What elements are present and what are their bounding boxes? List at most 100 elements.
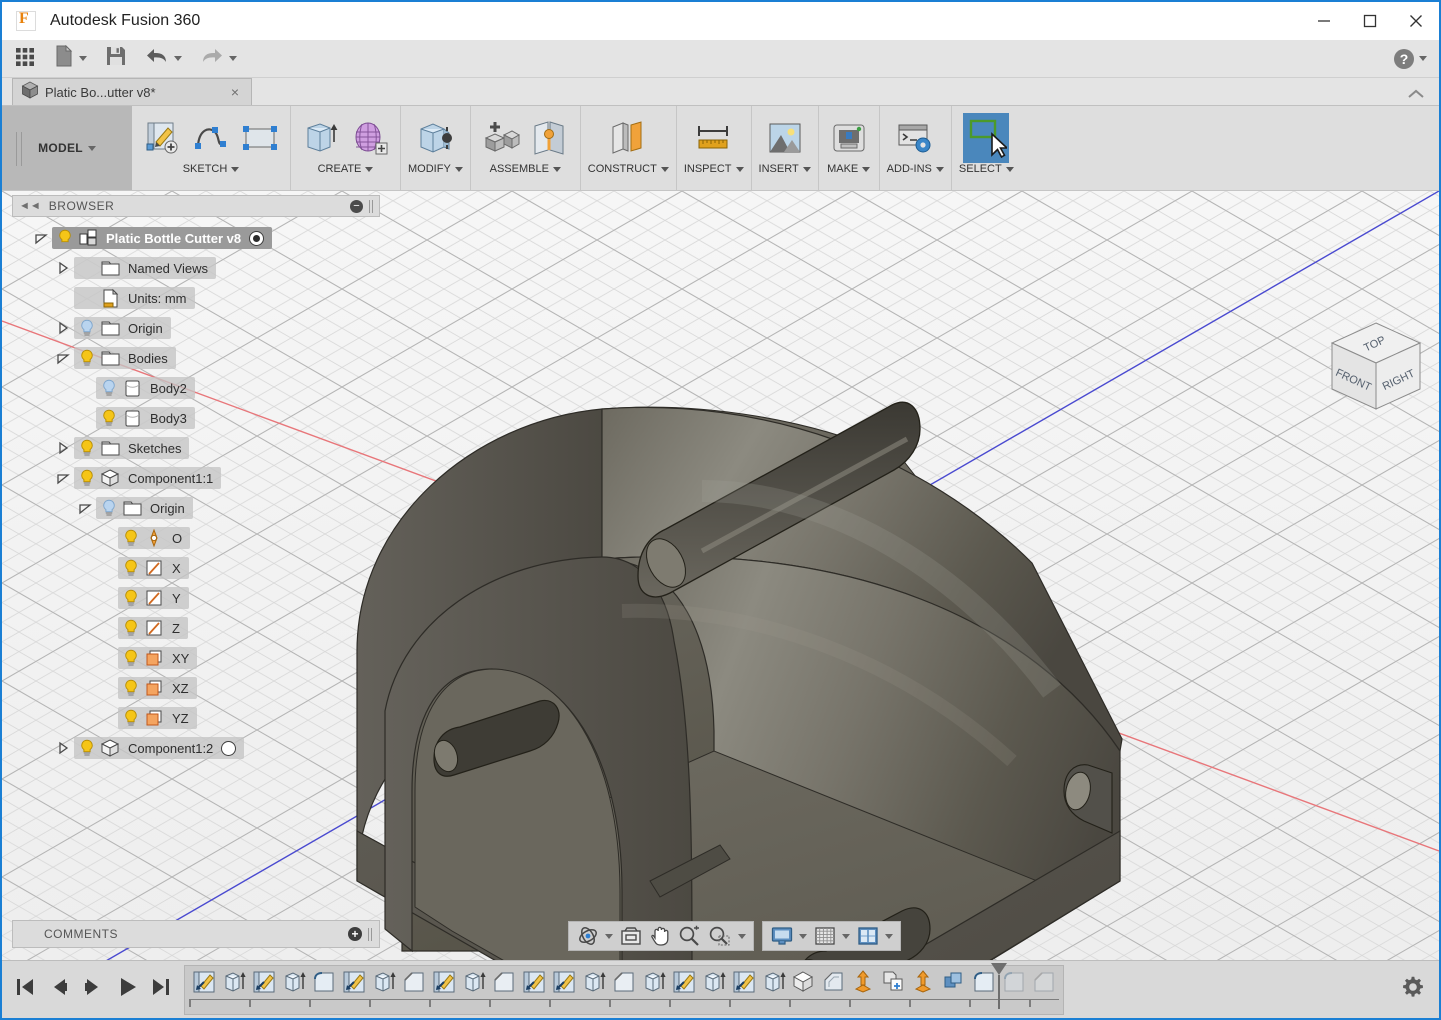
ribbon-group-label[interactable]: MODIFY: [408, 163, 463, 179]
comments-panel[interactable]: COMMENTS +: [12, 920, 380, 948]
chevron-up-icon[interactable]: [1405, 87, 1427, 105]
chevron-right-icon[interactable]: [52, 741, 74, 755]
ribbon-group-label[interactable]: INSERT: [759, 163, 811, 179]
browser-tree-row[interactable]: Y: [12, 583, 380, 613]
browser-tree-row[interactable]: XZ: [12, 673, 380, 703]
light-bulb-icon[interactable]: [121, 588, 141, 608]
play-button[interactable]: [112, 973, 142, 1007]
timeline-feature-item[interactable]: [519, 969, 549, 1001]
browser-tree-row[interactable]: O: [12, 523, 380, 553]
timeline-feature-item[interactable]: [579, 969, 609, 1001]
3d-viewport[interactable]: ◄◄ BROWSER − Platic Bottle Cutter v8Name…: [2, 191, 1439, 960]
light-bulb-icon[interactable]: [121, 708, 141, 728]
browser-tree-row[interactable]: Z: [12, 613, 380, 643]
minimize-icon[interactable]: [1301, 2, 1347, 40]
help-button[interactable]: ?: [1394, 49, 1414, 69]
sketch-line-button[interactable]: [188, 113, 234, 163]
scripts-addins-button[interactable]: [892, 113, 938, 163]
minus-circle-icon[interactable]: −: [350, 200, 363, 213]
fit-button[interactable]: [704, 923, 749, 949]
press-pull-button[interactable]: [412, 113, 458, 163]
viewports-button[interactable]: [853, 923, 896, 949]
timeline-feature-item[interactable]: [819, 969, 849, 1001]
orbit-button[interactable]: [573, 923, 616, 949]
browser-item[interactable]: O: [118, 527, 190, 549]
step-back-button[interactable]: [44, 973, 74, 1007]
browser-item[interactable]: Platic Bottle Cutter v8: [52, 227, 272, 249]
chevron-down-icon[interactable]: [52, 471, 74, 485]
save-button[interactable]: [99, 44, 133, 74]
browser-item[interactable]: XZ: [118, 677, 197, 699]
new-component-button[interactable]: [478, 113, 524, 163]
browser-item[interactable]: X: [118, 557, 189, 579]
chevron-right-icon[interactable]: [52, 321, 74, 335]
browser-tree-row[interactable]: Body3: [12, 403, 380, 433]
ribbon-group-label[interactable]: ASSEMBLE: [490, 163, 561, 179]
browser-tree-row[interactable]: Origin: [12, 313, 380, 343]
timeline-feature-item[interactable]: [879, 969, 909, 1001]
timeline-feature-item[interactable]: [369, 969, 399, 1001]
light-bulb-icon[interactable]: [77, 738, 97, 758]
light-bulb-icon[interactable]: [77, 438, 97, 458]
light-bulb-icon[interactable]: [121, 648, 141, 668]
create-sketch-button[interactable]: [139, 113, 185, 163]
browser-tree-row[interactable]: Sketches: [12, 433, 380, 463]
light-bulb-icon[interactable]: [121, 678, 141, 698]
light-bulb-icon[interactable]: [99, 498, 119, 518]
display-settings-button[interactable]: [767, 923, 810, 949]
timeline-feature-item[interactable]: [939, 969, 969, 1001]
panel-resize-grip[interactable]: [369, 200, 373, 213]
timeline-feature-item[interactable]: [1029, 969, 1059, 1001]
chevron-right-icon[interactable]: [52, 261, 74, 275]
joint-button[interactable]: [527, 113, 573, 163]
insert-image-button[interactable]: [762, 113, 808, 163]
ribbon-group-label[interactable]: CREATE: [318, 163, 374, 179]
go-to-beginning-button[interactable]: [10, 973, 40, 1007]
ribbon-group-label[interactable]: SKETCH: [183, 163, 240, 179]
browser-item[interactable]: Origin: [74, 317, 171, 339]
chevron-down-icon[interactable]: [52, 351, 74, 365]
light-bulb-icon[interactable]: [99, 378, 119, 398]
timeline-feature-item[interactable]: [789, 969, 819, 1001]
timeline-feature-strip[interactable]: [184, 965, 1064, 1015]
light-bulb-icon[interactable]: [55, 228, 75, 248]
browser-item[interactable]: Bodies: [74, 347, 176, 369]
close-icon[interactable]: ×: [227, 84, 243, 100]
browser-tree-row[interactable]: Named Views: [12, 253, 380, 283]
light-bulb-icon[interactable]: [77, 468, 97, 488]
ribbon-group-label[interactable]: CONSTRUCT: [588, 163, 669, 179]
light-bulb-icon[interactable]: [121, 618, 141, 638]
browser-tree-row[interactable]: YZ: [12, 703, 380, 733]
extrude-button[interactable]: [298, 113, 344, 163]
3d-print-button[interactable]: [826, 113, 872, 163]
redo-button[interactable]: [194, 44, 243, 74]
look-at-button[interactable]: [616, 923, 646, 949]
light-bulb-icon[interactable]: [121, 558, 141, 578]
timeline-feature-item[interactable]: [399, 969, 429, 1001]
timeline-feature-item[interactable]: [279, 969, 309, 1001]
timeline-feature-item[interactable]: [339, 969, 369, 1001]
workspace-switcher[interactable]: MODEL: [2, 106, 132, 190]
timeline-feature-item[interactable]: [489, 969, 519, 1001]
document-tab[interactable]: Platic Bo...utter v8* ×: [12, 78, 252, 105]
double-left-arrow-icon[interactable]: ◄◄: [19, 200, 41, 212]
browser-item[interactable]: XY: [118, 647, 197, 669]
browser-tree-row[interactable]: Component1:2: [12, 733, 380, 763]
timeline-feature-item[interactable]: [429, 969, 459, 1001]
timeline-settings-button[interactable]: [1401, 975, 1425, 1004]
browser-item[interactable]: Units: mm: [74, 287, 195, 309]
browser-item[interactable]: Z: [118, 617, 188, 639]
browser-item[interactable]: Origin: [96, 497, 193, 519]
browser-item[interactable]: Sketches: [74, 437, 189, 459]
sketch-rectangle-button[interactable]: [237, 113, 283, 163]
browser-item[interactable]: YZ: [118, 707, 197, 729]
plus-circle-icon[interactable]: +: [348, 927, 362, 941]
step-forward-button[interactable]: [78, 973, 108, 1007]
browser-item[interactable]: Body3: [96, 407, 195, 429]
activate-component-radio[interactable]: [221, 741, 236, 756]
chevron-down-icon[interactable]: [30, 231, 52, 245]
timeline-feature-item[interactable]: [309, 969, 339, 1001]
pan-hand-button[interactable]: [646, 923, 674, 949]
file-button[interactable]: [48, 44, 93, 74]
light-bulb-icon[interactable]: [77, 318, 97, 338]
